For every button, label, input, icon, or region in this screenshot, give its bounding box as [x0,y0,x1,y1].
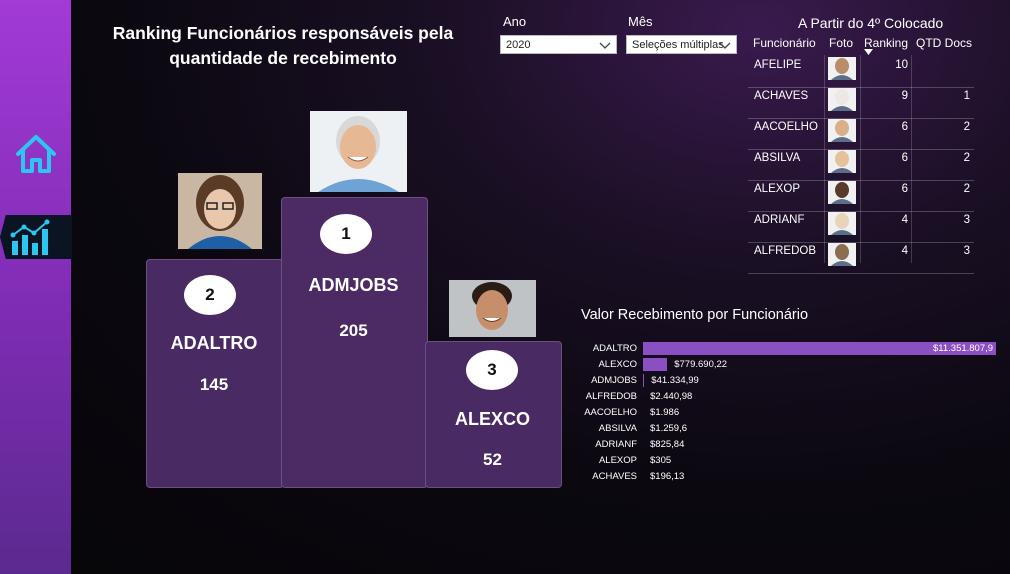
bar-value-label: $2.440,98 [650,391,693,402]
table-row[interactable]: AACOELHO 6 2 [748,118,974,150]
podium-name-1: ADMJOBS [308,275,399,295]
table-cell-ranking: 9 [901,90,908,102]
avatar [828,88,856,111]
bar-value-label: $825,84 [650,439,685,450]
avatar [828,243,856,266]
table-cell-qtd-docs: 3 [963,245,970,257]
table-cell-qtd-docs: 1 [963,90,970,102]
header-qtd-docs[interactable]: QTD Docs [916,36,972,50]
table-row[interactable]: ALEXOP 6 2 [748,180,974,212]
table-cell-funcionario: ALEXOP [754,183,801,195]
table-cell-ranking: 6 [901,183,908,195]
bar-value-label: $1.259,6 [650,423,688,434]
table-cell-funcionario: ACHAVES [754,90,809,102]
avatar [828,212,856,235]
bar-category-label: ALFREDOB [585,391,637,402]
table-cell-qtd-docs: 2 [963,183,970,195]
chart-title: Valor Recebimento por Funcionário [581,307,809,323]
table-title: A Partir do 4º Colocado [798,15,944,31]
bar-value-label: $41.334,99 [651,375,699,386]
bar-category-label: ADMJOBS [591,375,637,386]
avatar [828,181,856,204]
table-cell-funcionario: ADRIANF [754,214,805,226]
rank-badge-3: 3 [466,350,518,390]
sidebar [0,0,72,574]
chevron-down-icon [719,42,731,49]
table-cell-qtd-docs: 2 [963,121,970,133]
table-cell-funcionario: AACOELHO [754,121,818,133]
podium-name-3: ALEXCO [454,409,530,429]
bar-category-label: ACHAVES [592,471,637,482]
table-cell-funcionario: ABSILVA [754,152,801,164]
podium-value-1: 205 [339,321,368,340]
ano-dropdown[interactable]: 2020 [500,35,617,54]
table-cell-funcionario: ALFREDOB [754,245,816,257]
photo-admjobs [310,111,407,192]
mes-dropdown-value: Seleções múltiplas [632,39,724,51]
bar-category-label: ADALTRO [592,343,637,354]
table-cell-ranking: 6 [901,121,908,133]
table-row[interactable]: AFELIPE 10 [748,56,974,88]
mes-dropdown[interactable]: Seleções múltiplas [626,35,737,54]
rank-badge-2: 2 [184,275,236,315]
bar-category-label: ABSILVA [598,423,637,434]
table-cell-qtd-docs: 2 [963,152,970,164]
filter-label-ano: Ano [503,14,527,29]
chevron-down-icon [599,42,611,49]
header-funcionario[interactable]: Funcionário [753,36,816,50]
table-row[interactable]: ACHAVES 9 1 [748,87,974,119]
table-row[interactable]: ALFREDOB 4 3 [748,242,974,274]
bar-chart-icon[interactable] [0,215,72,259]
rank-badge-1: 1 [320,214,372,254]
table-cell-ranking: 4 [901,245,908,257]
table-cell-qtd-docs: 3 [963,214,970,226]
photo-alexco [449,280,536,337]
bar-category-label: ALEXOP [598,455,637,466]
podium-value-3: 52 [483,450,502,469]
table-cell-ranking: 6 [901,152,908,164]
table-row[interactable]: ABSILVA 6 2 [748,149,974,181]
table-cell-funcionario: AFELIPE [754,59,802,71]
podium-name-2: ADALTRO [170,333,258,353]
bar-category-label: ADRIANF [595,439,637,450]
table-row[interactable]: ADRIANF 4 3 [748,211,974,243]
avatar [828,150,856,173]
header-foto[interactable]: Foto [829,36,853,50]
sort-descending-icon [864,49,873,55]
avatar [828,119,856,142]
bar-value-label: $11.351.807,9 [933,343,994,354]
bar-category-label: ALEXCO [598,359,637,370]
ano-dropdown-value: 2020 [506,39,531,51]
bar-value-label: $196,13 [650,471,685,482]
bar[interactable] [643,374,645,387]
table-cell-ranking: 10 [895,59,908,71]
photo-adaltro [178,173,262,249]
page-title: Ranking Funcionários responsáveis pela q… [112,23,454,68]
bar[interactable] [643,358,668,371]
bar-value-label: $779.690,22 [674,359,728,370]
bar-value-label: $1.986 [650,407,680,418]
table-cell-ranking: 4 [901,214,908,226]
podium-value-2: 145 [199,375,229,394]
avatar [828,57,856,80]
header-ranking[interactable]: Ranking [864,36,908,50]
bar-category-label: AACOELHO [584,407,637,418]
home-icon[interactable] [14,132,58,176]
bar-value-label: $305 [650,455,672,466]
filter-label-mes: Mês [628,14,653,29]
